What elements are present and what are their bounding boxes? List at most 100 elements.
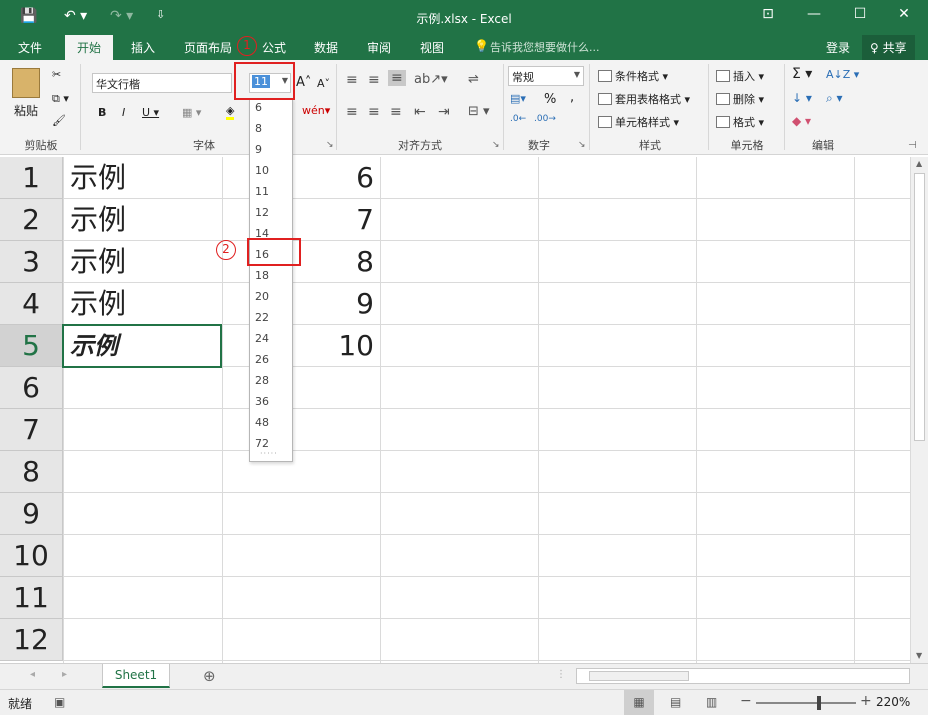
cell-column-c[interactable] xyxy=(222,367,374,409)
row-header[interactable]: 10 xyxy=(0,535,63,577)
row-header[interactable]: 11 xyxy=(0,577,63,619)
pin-ribbon-icon[interactable]: ⊣ xyxy=(908,140,917,151)
worksheet-grid[interactable]: 1 示例 6 2 示例 7 3 示例 8 4 示例 9 5 示例 10 6 7 8 9 10 11 12 xyxy=(0,157,910,663)
font-name-combobox[interactable]: 华文行楷 xyxy=(92,73,232,93)
cell-column-a[interactable]: 示例 xyxy=(70,199,126,241)
grow-font-button[interactable]: A˄ xyxy=(296,75,311,90)
tab-review[interactable]: 审阅 xyxy=(367,39,391,56)
font-size-option[interactable]: 6 xyxy=(255,101,262,114)
cell-column-c[interactable] xyxy=(222,619,374,661)
font-size-option[interactable]: 18 xyxy=(255,269,269,282)
next-sheet-button[interactable]: ▸ xyxy=(62,669,67,680)
tab-formulas[interactable]: 公式 xyxy=(262,39,286,56)
format-cells-button[interactable]: 格式 ▾ xyxy=(716,114,764,130)
tab-file[interactable]: 文件 xyxy=(18,39,42,56)
font-size-option[interactable]: 12 xyxy=(255,206,269,219)
cell-styles-button[interactable]: 单元格样式 ▾ xyxy=(598,114,679,130)
row-header[interactable]: 2 xyxy=(0,199,63,241)
vertical-scrollbar[interactable]: ▲ ▼ xyxy=(910,157,928,663)
resize-grip-icon[interactable]: ····· xyxy=(260,449,278,458)
row-header[interactable]: 12 xyxy=(0,619,63,661)
bold-button[interactable]: B xyxy=(98,106,106,119)
normal-view-icon[interactable]: ▦ xyxy=(624,690,654,715)
sign-in-link[interactable]: 登录 xyxy=(826,39,850,56)
font-size-option[interactable]: 10 xyxy=(255,164,269,177)
cell-column-c[interactable] xyxy=(222,451,374,493)
font-size-option[interactable]: 22 xyxy=(255,311,269,324)
prev-sheet-button[interactable]: ◂ xyxy=(30,669,35,680)
font-size-option[interactable]: 8 xyxy=(255,122,262,135)
align-right-icon[interactable]: ≡ xyxy=(390,104,402,120)
align-left-icon[interactable]: ≡ xyxy=(346,104,358,120)
shrink-font-button[interactable]: A˅ xyxy=(317,77,330,90)
font-dialog-launcher-icon[interactable]: ↘ xyxy=(326,140,334,150)
font-size-dropdown[interactable]: 6 8 9 10 11 12 14 16 18 20 22 24 26 28 36 48 72 ····· xyxy=(249,98,293,462)
zoom-in-button[interactable]: + xyxy=(860,693,872,709)
page-break-view-icon[interactable]: ▥ xyxy=(706,695,717,709)
cell-column-a[interactable]: 示例 xyxy=(70,157,126,199)
row-header[interactable]: 1 xyxy=(0,157,63,199)
cell-column-a[interactable]: 示例 xyxy=(70,241,126,283)
find-select-button[interactable]: ⌕ ▾ xyxy=(826,91,843,106)
zoom-slider[interactable] xyxy=(756,702,856,704)
alignment-dialog-launcher-icon[interactable]: ↘ xyxy=(492,140,500,150)
merge-center-icon[interactable]: ⊟ ▾ xyxy=(468,104,490,119)
conditional-formatting-button[interactable]: 条件格式 ▾ xyxy=(598,68,668,84)
align-top-icon[interactable]: ≡ xyxy=(346,72,358,88)
row-header[interactable]: 3 xyxy=(0,241,63,283)
decrease-decimal-icon[interactable]: .00→ xyxy=(534,114,556,124)
tab-home[interactable]: 开始 xyxy=(65,35,114,60)
number-format-combobox[interactable]: 常规 ▼ xyxy=(508,66,584,86)
font-size-option[interactable]: 48 xyxy=(255,416,269,429)
tell-me-box[interactable]: 告诉我您想要做什么... xyxy=(490,39,600,55)
format-painter-icon[interactable]: 🖌 xyxy=(52,114,66,127)
cell-column-c[interactable]: 7 xyxy=(222,199,374,241)
accounting-format-icon[interactable]: ▤▾ xyxy=(510,92,526,105)
delete-cells-button[interactable]: 删除 ▾ xyxy=(716,91,764,107)
insert-cells-button[interactable]: 插入 ▾ xyxy=(716,68,764,84)
comma-style-button[interactable]: , xyxy=(570,90,574,105)
align-middle-icon[interactable]: ≡ xyxy=(368,72,380,88)
tab-view[interactable]: 视图 xyxy=(420,39,444,56)
cell-column-c[interactable] xyxy=(222,535,374,577)
zoom-slider-handle[interactable] xyxy=(817,696,821,710)
font-size-option[interactable]: 9 xyxy=(255,143,262,156)
maximize-button[interactable]: ☐ xyxy=(840,6,880,22)
zoom-level[interactable]: 220% xyxy=(876,695,910,709)
font-size-option[interactable]: 11 xyxy=(255,185,269,198)
font-size-option[interactable]: 20 xyxy=(255,290,269,303)
tab-data[interactable]: 数据 xyxy=(314,39,338,56)
cell-column-c[interactable] xyxy=(222,577,374,619)
decrease-indent-icon[interactable]: ⇤ xyxy=(414,104,426,120)
font-size-option[interactable]: 36 xyxy=(255,395,269,408)
number-dialog-launcher-icon[interactable]: ↘ xyxy=(578,140,586,150)
italic-button[interactable]: I xyxy=(122,106,125,119)
sort-filter-button[interactable]: A↓Z ▾ xyxy=(826,68,859,81)
cut-icon[interactable]: ✂ xyxy=(52,68,61,81)
horizontal-scroll-thumb[interactable] xyxy=(589,671,689,681)
scroll-down-icon[interactable]: ▼ xyxy=(916,651,922,660)
cell-column-a[interactable]: 示例 xyxy=(70,283,126,325)
font-size-option[interactable]: 26 xyxy=(255,353,269,366)
font-size-option[interactable]: 28 xyxy=(255,374,269,387)
wrap-text-icon[interactable]: ⇌ xyxy=(468,72,479,87)
font-size-option[interactable]: 24 xyxy=(255,332,269,345)
cell-column-c[interactable]: 9 xyxy=(222,283,374,325)
cell-column-c[interactable] xyxy=(222,493,374,535)
row-header[interactable]: 6 xyxy=(0,367,63,409)
fill-color-icon[interactable]: ◈ xyxy=(226,104,235,120)
fill-button[interactable]: ↓ ▾ xyxy=(792,91,812,105)
underline-button[interactable]: U ▾ xyxy=(142,106,159,119)
macro-record-icon[interactable]: ▣ xyxy=(54,695,65,709)
share-button[interactable]: ♀ 共享 xyxy=(862,35,915,60)
paste-button[interactable]: 粘贴 xyxy=(14,102,38,119)
close-button[interactable]: ✕ xyxy=(884,6,924,22)
row-header[interactable]: 5 xyxy=(0,325,63,367)
cell-column-c[interactable] xyxy=(222,409,374,451)
ribbon-display-button[interactable]: ⊡ xyxy=(748,6,788,22)
scroll-up-icon[interactable]: ▲ xyxy=(916,159,922,168)
paste-icon[interactable] xyxy=(12,68,40,98)
scroll-thumb[interactable] xyxy=(914,173,925,441)
chevron-down-icon[interactable]: ▼ xyxy=(574,70,580,79)
zoom-out-button[interactable]: − xyxy=(740,693,752,709)
